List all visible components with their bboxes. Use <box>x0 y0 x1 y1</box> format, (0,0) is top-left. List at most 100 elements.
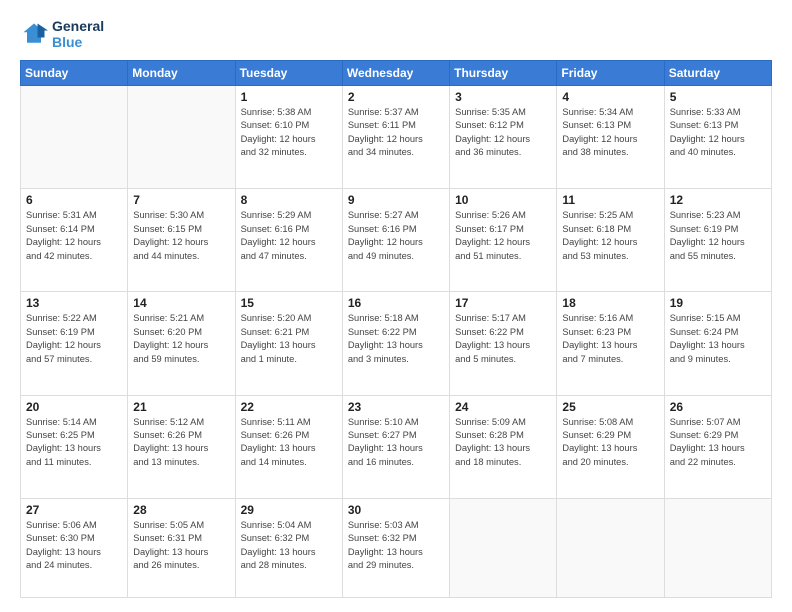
calendar-cell: 26 Sunrise: 5:07 AM Sunset: 6:29 PM Dayli… <box>664 395 771 498</box>
day-info: Sunrise: 5:26 AM Sunset: 6:17 PM Dayligh… <box>455 209 551 263</box>
day-number: 20 <box>26 400 122 414</box>
day-info: Sunrise: 5:17 AM Sunset: 6:22 PM Dayligh… <box>455 312 551 366</box>
day-number: 28 <box>133 503 229 517</box>
day-info: Sunrise: 5:25 AM Sunset: 6:18 PM Dayligh… <box>562 209 658 263</box>
day-number: 12 <box>670 193 766 207</box>
day-number: 13 <box>26 296 122 310</box>
calendar-cell: 2 Sunrise: 5:37 AM Sunset: 6:11 PM Daylig… <box>342 86 449 189</box>
day-info: Sunrise: 5:34 AM Sunset: 6:13 PM Dayligh… <box>562 106 658 160</box>
calendar-cell: 17 Sunrise: 5:17 AM Sunset: 6:22 PM Dayli… <box>450 292 557 395</box>
day-info: Sunrise: 5:31 AM Sunset: 6:14 PM Dayligh… <box>26 209 122 263</box>
calendar-cell: 20 Sunrise: 5:14 AM Sunset: 6:25 PM Dayli… <box>21 395 128 498</box>
logo: General Blue <box>20 18 104 50</box>
logo-text: General Blue <box>52 18 104 50</box>
day-number: 17 <box>455 296 551 310</box>
day-header-monday: Monday <box>128 61 235 86</box>
calendar-cell: 9 Sunrise: 5:27 AM Sunset: 6:16 PM Daylig… <box>342 189 449 292</box>
day-number: 29 <box>241 503 337 517</box>
calendar-cell: 24Sunrise: 5:09 AM Sunset: 6:28 PM Dayli… <box>450 395 557 498</box>
day-info: Sunrise: 5:12 AM Sunset: 6:26 PM Dayligh… <box>133 416 229 470</box>
day-header-saturday: Saturday <box>664 61 771 86</box>
calendar-cell <box>128 86 235 189</box>
day-info: Sunrise: 5:03 AM Sunset: 6:32 PM Dayligh… <box>348 519 444 573</box>
calendar-cell: 1 Sunrise: 5:38 AM Sunset: 6:10 PM Daylig… <box>235 86 342 189</box>
day-info: Sunrise: 5:09 AM Sunset: 6:28 PM Dayligh… <box>455 416 551 470</box>
calendar-cell: 3 Sunrise: 5:35 AM Sunset: 6:12 PM Daylig… <box>450 86 557 189</box>
day-number: 15 <box>241 296 337 310</box>
day-info: Sunrise: 5:18 AM Sunset: 6:22 PM Dayligh… <box>348 312 444 366</box>
logo-icon <box>20 20 48 48</box>
calendar-cell <box>557 498 664 597</box>
day-number: 6 <box>26 193 122 207</box>
calendar-cell <box>450 498 557 597</box>
day-number: 27 <box>26 503 122 517</box>
day-info: Sunrise: 5:05 AM Sunset: 6:31 PM Dayligh… <box>133 519 229 573</box>
calendar-cell: 12 Sunrise: 5:23 AM Sunset: 6:19 PM Dayli… <box>664 189 771 292</box>
header: General Blue <box>20 18 772 50</box>
calendar-cell: 14Sunrise: 5:21 AM Sunset: 6:20 PM Dayli… <box>128 292 235 395</box>
day-header-friday: Friday <box>557 61 664 86</box>
week-row-2: 6 Sunrise: 5:31 AM Sunset: 6:14 PM Daylig… <box>21 189 772 292</box>
calendar-cell: 15Sunrise: 5:20 AM Sunset: 6:21 PM Dayli… <box>235 292 342 395</box>
day-info: Sunrise: 5:04 AM Sunset: 6:32 PM Dayligh… <box>241 519 337 573</box>
calendar-cell: 22Sunrise: 5:11 AM Sunset: 6:26 PM Dayli… <box>235 395 342 498</box>
day-info: Sunrise: 5:35 AM Sunset: 6:12 PM Dayligh… <box>455 106 551 160</box>
page: General Blue SundayMondayTuesdayWednesda… <box>0 0 792 612</box>
day-number: 16 <box>348 296 444 310</box>
day-number: 2 <box>348 90 444 104</box>
calendar-cell: 7 Sunrise: 5:30 AM Sunset: 6:15 PM Daylig… <box>128 189 235 292</box>
day-number: 19 <box>670 296 766 310</box>
day-number: 3 <box>455 90 551 104</box>
day-info: Sunrise: 5:14 AM Sunset: 6:25 PM Dayligh… <box>26 416 122 470</box>
calendar-cell: 13 Sunrise: 5:22 AM Sunset: 6:19 PM Dayli… <box>21 292 128 395</box>
day-header-thursday: Thursday <box>450 61 557 86</box>
day-number: 8 <box>241 193 337 207</box>
day-info: Sunrise: 5:07 AM Sunset: 6:29 PM Dayligh… <box>670 416 766 470</box>
calendar-cell: 28 Sunrise: 5:05 AM Sunset: 6:31 PM Dayli… <box>128 498 235 597</box>
calendar-cell: 11 Sunrise: 5:25 AM Sunset: 6:18 PM Dayli… <box>557 189 664 292</box>
day-number: 30 <box>348 503 444 517</box>
calendar-cell: 29 Sunrise: 5:04 AM Sunset: 6:32 PM Dayli… <box>235 498 342 597</box>
day-info: Sunrise: 5:33 AM Sunset: 6:13 PM Dayligh… <box>670 106 766 160</box>
calendar-table: SundayMondayTuesdayWednesdayThursdayFrid… <box>20 60 772 598</box>
day-info: Sunrise: 5:29 AM Sunset: 6:16 PM Dayligh… <box>241 209 337 263</box>
day-number: 25 <box>562 400 658 414</box>
day-header-sunday: Sunday <box>21 61 128 86</box>
calendar-cell: 10Sunrise: 5:26 AM Sunset: 6:17 PM Dayli… <box>450 189 557 292</box>
day-info: Sunrise: 5:22 AM Sunset: 6:19 PM Dayligh… <box>26 312 122 366</box>
day-info: Sunrise: 5:37 AM Sunset: 6:11 PM Dayligh… <box>348 106 444 160</box>
calendar-cell: 25 Sunrise: 5:08 AM Sunset: 6:29 PM Dayli… <box>557 395 664 498</box>
day-number: 14 <box>133 296 229 310</box>
day-info: Sunrise: 5:27 AM Sunset: 6:16 PM Dayligh… <box>348 209 444 263</box>
calendar-cell: 4 Sunrise: 5:34 AM Sunset: 6:13 PM Daylig… <box>557 86 664 189</box>
day-info: Sunrise: 5:38 AM Sunset: 6:10 PM Dayligh… <box>241 106 337 160</box>
day-info: Sunrise: 5:16 AM Sunset: 6:23 PM Dayligh… <box>562 312 658 366</box>
day-number: 7 <box>133 193 229 207</box>
calendar-cell <box>664 498 771 597</box>
day-info: Sunrise: 5:08 AM Sunset: 6:29 PM Dayligh… <box>562 416 658 470</box>
day-number: 21 <box>133 400 229 414</box>
day-header-tuesday: Tuesday <box>235 61 342 86</box>
day-number: 9 <box>348 193 444 207</box>
day-info: Sunrise: 5:15 AM Sunset: 6:24 PM Dayligh… <box>670 312 766 366</box>
day-number: 4 <box>562 90 658 104</box>
calendar-cell: 18 Sunrise: 5:16 AM Sunset: 6:23 PM Dayli… <box>557 292 664 395</box>
calendar-header-row: SundayMondayTuesdayWednesdayThursdayFrid… <box>21 61 772 86</box>
day-number: 1 <box>241 90 337 104</box>
calendar-cell: 23Sunrise: 5:10 AM Sunset: 6:27 PM Dayli… <box>342 395 449 498</box>
calendar-cell: 8 Sunrise: 5:29 AM Sunset: 6:16 PM Daylig… <box>235 189 342 292</box>
day-number: 11 <box>562 193 658 207</box>
week-row-3: 13 Sunrise: 5:22 AM Sunset: 6:19 PM Dayli… <box>21 292 772 395</box>
calendar-cell: 30 Sunrise: 5:03 AM Sunset: 6:32 PM Dayli… <box>342 498 449 597</box>
day-number: 5 <box>670 90 766 104</box>
day-number: 22 <box>241 400 337 414</box>
day-number: 26 <box>670 400 766 414</box>
calendar-cell: 16 Sunrise: 5:18 AM Sunset: 6:22 PM Dayli… <box>342 292 449 395</box>
week-row-5: 27Sunrise: 5:06 AM Sunset: 6:30 PM Dayli… <box>21 498 772 597</box>
day-header-wednesday: Wednesday <box>342 61 449 86</box>
calendar-cell: 21 Sunrise: 5:12 AM Sunset: 6:26 PM Dayli… <box>128 395 235 498</box>
day-number: 18 <box>562 296 658 310</box>
day-info: Sunrise: 5:30 AM Sunset: 6:15 PM Dayligh… <box>133 209 229 263</box>
week-row-4: 20 Sunrise: 5:14 AM Sunset: 6:25 PM Dayli… <box>21 395 772 498</box>
day-info: Sunrise: 5:23 AM Sunset: 6:19 PM Dayligh… <box>670 209 766 263</box>
